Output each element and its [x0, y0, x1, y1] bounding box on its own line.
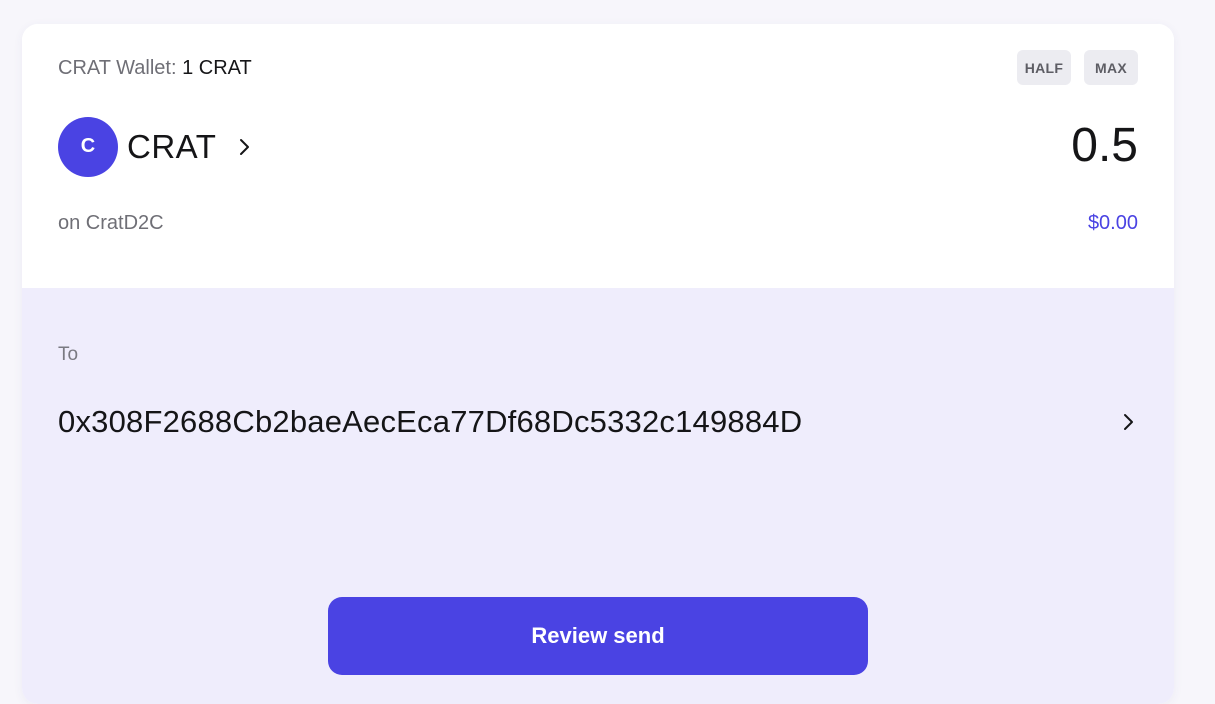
token-network: on CratD2C: [58, 212, 164, 234]
token-selector[interactable]: C CRAT: [58, 116, 254, 177]
send-card: CRAT Wallet: 1 CRAT HALF MAX C CRAT 0.5 …: [22, 24, 1174, 704]
chevron-right-icon: [234, 137, 254, 157]
chevron-right-icon-svg: [1124, 414, 1133, 430]
amount-section: CRAT Wallet: 1 CRAT HALF MAX C CRAT 0.5 …: [22, 24, 1174, 288]
amount-input[interactable]: 0.5: [1071, 118, 1138, 173]
recipient-section: To 0x308F2688Cb2baeAecEca77Df68Dc5332c14…: [22, 288, 1174, 704]
usd-value: $0.00: [1087, 212, 1138, 234]
wallet-balance-line: CRAT Wallet: 1 CRAT: [58, 57, 252, 80]
chevron-right-icon-svg: [240, 138, 250, 155]
wallet-balance: 1 CRAT: [182, 57, 252, 79]
wallet-label: CRAT Wallet:: [58, 57, 177, 79]
half-button[interactable]: HALF: [1017, 50, 1071, 85]
recipient-label: To: [58, 344, 79, 365]
token-symbol: CRAT: [127, 127, 217, 165]
recipient-address: 0x308F2688Cb2baeAecEca77Df68Dc5332c14988…: [58, 404, 803, 439]
recipient-selector[interactable]: 0x308F2688Cb2baeAecEca77Df68Dc5332c14988…: [58, 400, 1138, 444]
max-button[interactable]: MAX: [1084, 50, 1138, 85]
chevron-right-icon: [1118, 412, 1138, 432]
token-avatar: C: [58, 116, 118, 177]
review-send-button[interactable]: Review send: [328, 597, 868, 675]
